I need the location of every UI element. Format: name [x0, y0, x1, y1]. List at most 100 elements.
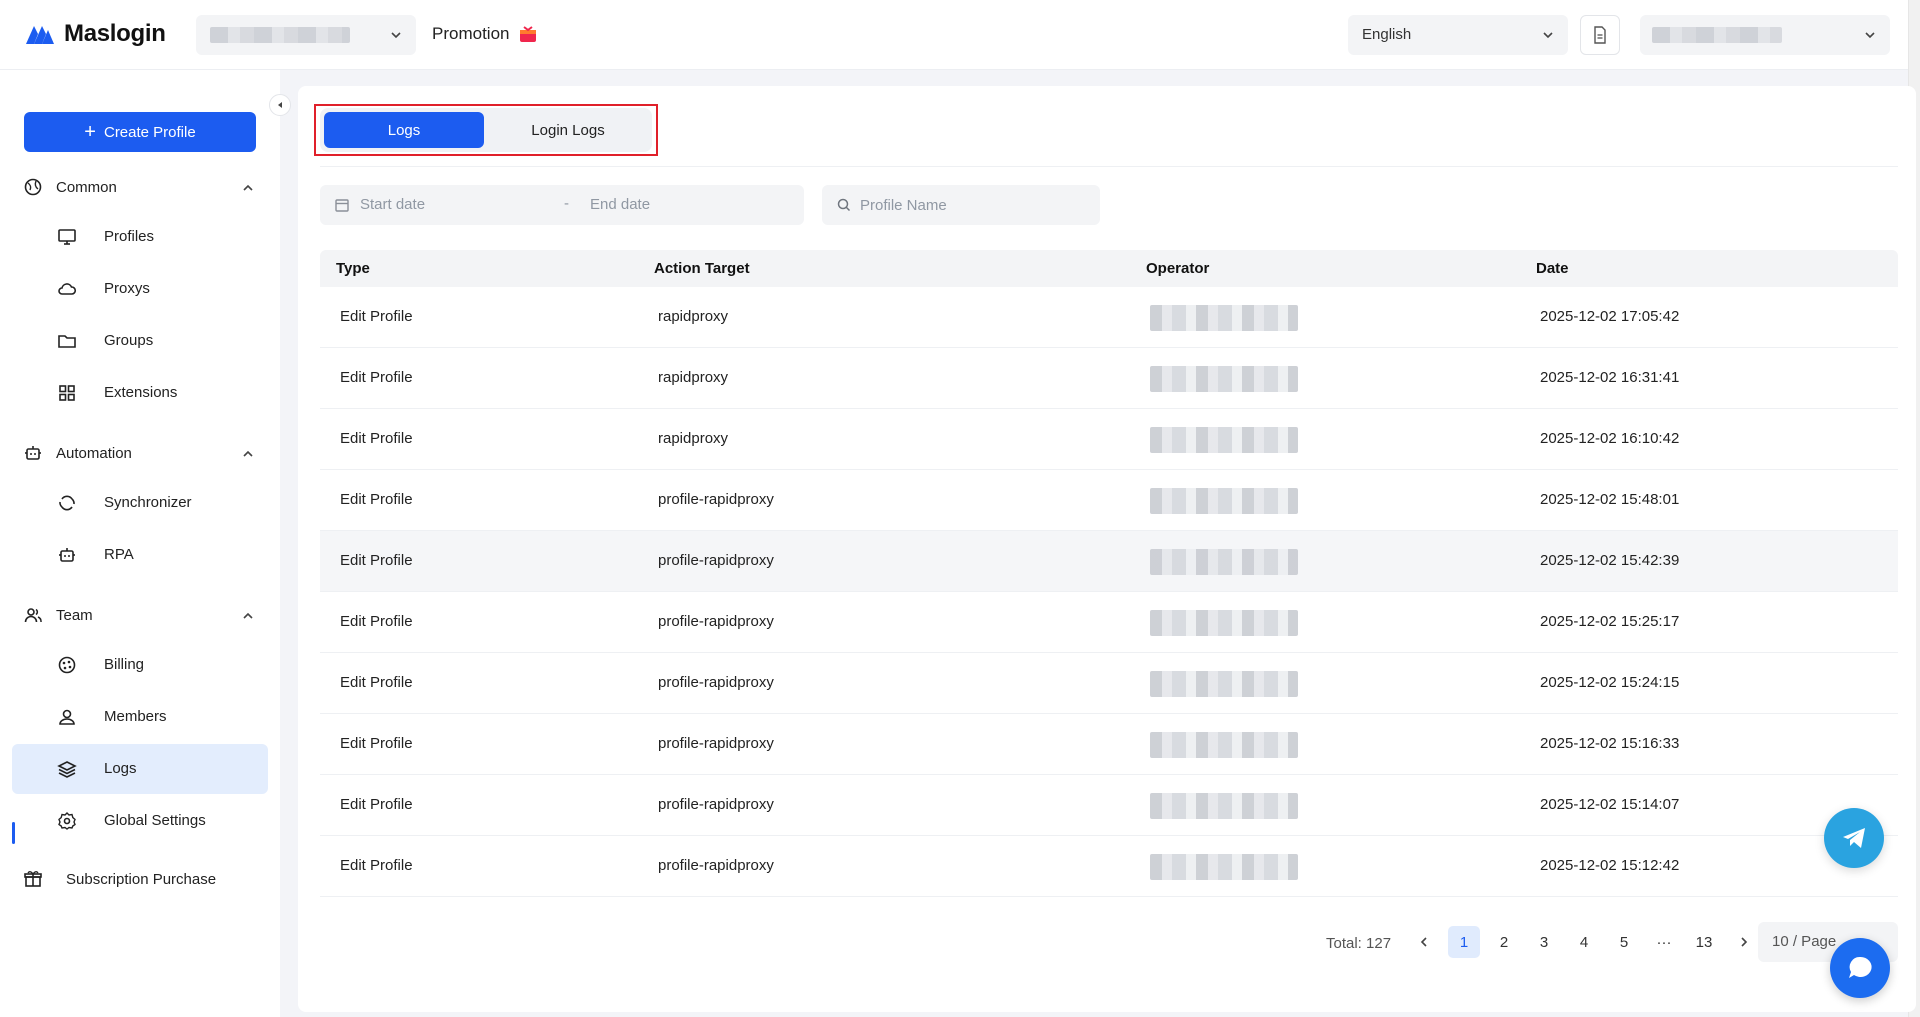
table-row[interactable]: Edit Profile profile-rapidproxy 2025-12-…: [320, 470, 1898, 531]
table-row[interactable]: Edit Profile rapidproxy 2025-12-02 17:05…: [320, 287, 1898, 348]
page-button[interactable]: 2: [1488, 926, 1520, 958]
table-row[interactable]: Edit Profile rapidproxy 2025-12-02 16:31…: [320, 348, 1898, 409]
cell-date: 2025-12-02 15:48:01: [1540, 491, 1680, 508]
table-row[interactable]: Edit Profile profile-rapidproxy 2025-12-…: [320, 836, 1898, 897]
cell-date: 2025-12-02 16:31:41: [1540, 369, 1680, 386]
sidebar-item-label: Groups: [104, 332, 154, 349]
tab-login-logs[interactable]: Login Logs: [488, 112, 648, 148]
cell-target: profile-rapidproxy: [658, 735, 774, 752]
cell-target: profile-rapidproxy: [658, 613, 774, 630]
grid-icon: [59, 385, 75, 401]
cell-date: 2025-12-02 15:42:39: [1540, 552, 1680, 569]
docs-button[interactable]: [1580, 15, 1620, 55]
page-ellipsis[interactable]: ···: [1648, 926, 1680, 958]
create-profile-label: Create Profile: [103, 123, 196, 141]
chevron-down-icon: [391, 32, 401, 39]
subscription-purchase-label: Subscription Purchase: [66, 870, 217, 888]
table-row[interactable]: Edit Profile profile-rapidproxy 2025-12-…: [320, 592, 1898, 653]
page-button[interactable]: 4: [1568, 926, 1600, 958]
sidebar-group-label: Team: [56, 606, 93, 624]
logs-tabs: Logs Login Logs: [320, 108, 652, 152]
sidebar-item-label: Billing: [104, 656, 145, 673]
sidebar-item-rpa[interactable]: RPA: [12, 530, 268, 580]
operator-redacted: [1150, 732, 1298, 758]
header-type: Type: [336, 260, 370, 277]
chevron-right-icon: [1741, 937, 1748, 947]
table-row[interactable]: Edit Profile profile-rapidproxy 2025-12-…: [320, 653, 1898, 714]
operator-redacted: [1150, 793, 1298, 819]
cell-type: Edit Profile: [340, 552, 413, 569]
table-row[interactable]: Edit Profile profile-rapidproxy 2025-12-…: [320, 714, 1898, 775]
language-select[interactable]: English: [1348, 15, 1568, 55]
sidebar-item-billing[interactable]: Billing: [12, 640, 268, 690]
end-date-input[interactable]: End date: [590, 196, 650, 213]
page-button[interactable]: 1: [1448, 926, 1480, 958]
sidebar-item-synchronizer[interactable]: Synchronizer: [12, 478, 268, 528]
table-row[interactable]: Edit Profile profile-rapidproxy 2025-12-…: [320, 775, 1898, 836]
profile-name-search[interactable]: [822, 185, 1100, 225]
sidebar-item-label: Profiles: [104, 228, 155, 245]
next-page-button[interactable]: [1728, 926, 1760, 958]
chevron-left-icon: [1420, 937, 1427, 947]
support-chat-button[interactable]: [1830, 938, 1890, 998]
cell-target: rapidproxy: [658, 369, 729, 386]
table-row[interactable]: Edit Profile profile-rapidproxy 2025-12-…: [320, 531, 1898, 592]
gift-icon: [520, 26, 537, 42]
layers-icon: [57, 761, 77, 778]
billing-icon: [58, 656, 76, 674]
operator-redacted: [1150, 549, 1298, 575]
page-button[interactable]: 5: [1608, 926, 1640, 958]
prev-page-button[interactable]: [1408, 926, 1440, 958]
create-profile-button[interactable]: + Create Profile: [24, 112, 256, 152]
search-input[interactable]: [860, 185, 1090, 225]
subscription-purchase-link[interactable]: Subscription Purchase: [24, 870, 216, 888]
caret-left-icon: [278, 102, 282, 108]
sidebar-group-automation[interactable]: Automation: [24, 444, 256, 462]
brand-logo[interactable]: Maslogin: [24, 20, 166, 48]
header-operator: Operator: [1146, 260, 1210, 277]
cell-type: Edit Profile: [340, 796, 413, 813]
sidebar-group-common[interactable]: Common: [24, 178, 256, 196]
sidebar-item-proxys[interactable]: Proxys: [12, 264, 268, 314]
sidebar-item-groups[interactable]: Groups: [12, 316, 268, 366]
page-button[interactable]: 3: [1528, 926, 1560, 958]
operator-redacted: [1150, 610, 1298, 636]
sidebar-item-label: Synchronizer: [104, 494, 192, 511]
promotion-link[interactable]: Promotion: [432, 24, 537, 44]
operator-redacted: [1150, 305, 1298, 331]
cell-type: Edit Profile: [340, 308, 413, 325]
sidebar-group-team[interactable]: Team: [24, 606, 256, 624]
sidebar-item-logs[interactable]: Logs: [12, 744, 268, 794]
cell-date: 2025-12-02 16:10:42: [1540, 430, 1680, 447]
table-row[interactable]: Edit Profile rapidproxy 2025-12-02 16:10…: [320, 409, 1898, 470]
chevron-up-icon: [243, 612, 253, 619]
telegram-icon: [1843, 828, 1865, 848]
brand-name: Maslogin: [64, 20, 166, 47]
workspace-name-redacted: [210, 27, 350, 43]
username-redacted: [1652, 27, 1782, 43]
cell-type: Edit Profile: [340, 735, 413, 752]
page-button[interactable]: 13: [1688, 926, 1720, 958]
top-header: Maslogin Promotion English: [0, 0, 1920, 70]
robot-icon: [25, 446, 41, 460]
user-account-select[interactable]: [1640, 15, 1890, 55]
logs-card: Logs Login Logs Start date - End date Ty…: [298, 86, 1916, 1012]
document-icon: [1594, 26, 1606, 44]
workspace-select[interactable]: [196, 15, 416, 55]
cell-type: Edit Profile: [340, 674, 413, 691]
operator-redacted: [1150, 488, 1298, 514]
tab-logs[interactable]: Logs: [324, 112, 484, 148]
sidebar-item-label: Extensions: [104, 384, 178, 401]
chat-bubble-icon: [1849, 956, 1872, 978]
sidebar-item-members[interactable]: Members: [12, 692, 268, 742]
sidebar-item-label: Logs: [104, 760, 137, 777]
sidebar-item-extensions[interactable]: Extensions: [12, 368, 268, 418]
sidebar-item-global-settings[interactable]: Global Settings: [12, 796, 268, 846]
operator-redacted: [1150, 366, 1298, 392]
telegram-button[interactable]: [1824, 808, 1884, 868]
start-date-input[interactable]: Start date: [360, 196, 425, 213]
date-range-picker[interactable]: Start date - End date: [320, 185, 804, 225]
cell-target: profile-rapidproxy: [658, 552, 774, 569]
sidebar-collapse-button[interactable]: [269, 94, 291, 116]
sidebar-item-profiles[interactable]: Profiles: [12, 212, 268, 262]
